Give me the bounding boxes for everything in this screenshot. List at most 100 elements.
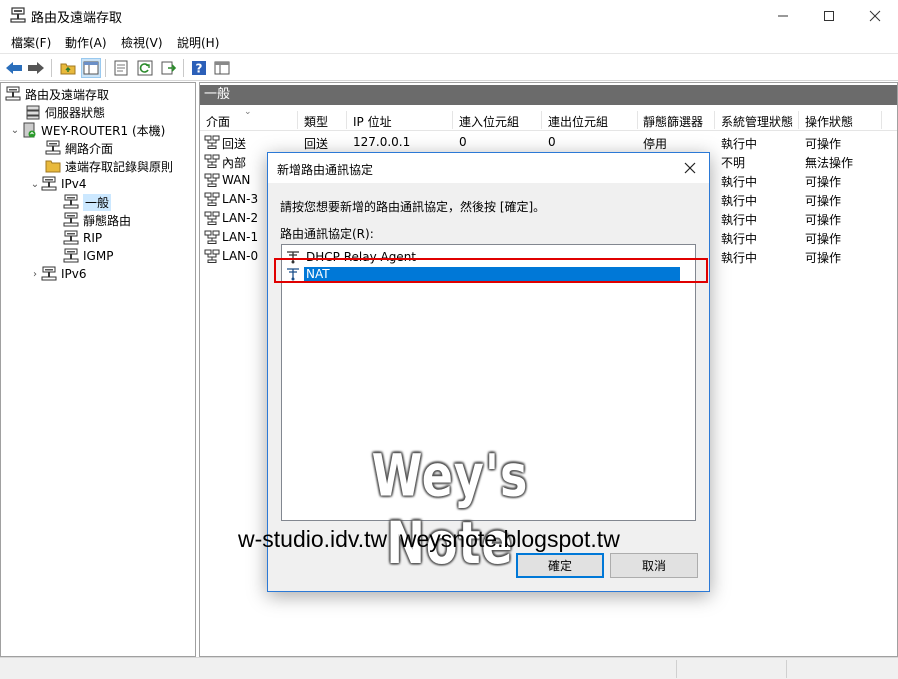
cell-oper: 可操作	[805, 194, 842, 208]
column-divider[interactable]	[714, 111, 715, 129]
dialog-title-bar: 新增路由通訊協定	[268, 153, 709, 183]
router-icon	[41, 176, 57, 191]
router-icon	[5, 86, 21, 101]
help-button[interactable]: ?	[189, 58, 209, 78]
cell-admin: 不明	[721, 156, 746, 170]
cell-interface-name: LAN-0	[222, 249, 259, 263]
server-list-icon	[26, 105, 40, 120]
column-divider[interactable]	[297, 111, 298, 129]
cell-oper: 可操作	[805, 213, 842, 227]
minimize-button[interactable]	[760, 0, 806, 31]
tree-item-rip[interactable]: RIP	[63, 229, 102, 247]
menu-help[interactable]: 說明(H)	[177, 34, 219, 51]
tree-label: 伺服器狀態	[45, 105, 106, 120]
column-bytes-in[interactable]: 連入位元組	[459, 113, 519, 130]
menu-action[interactable]: 動作(A)	[65, 34, 107, 51]
menu-file[interactable]: 檔案(F)	[11, 34, 51, 51]
cell-filter: 停用	[643, 137, 668, 151]
up-folder-icon	[60, 63, 76, 75]
tree-label: IGMP	[83, 249, 114, 263]
maximize-icon	[824, 10, 834, 21]
toolbar-separator	[51, 59, 52, 77]
tree-item-static-routes[interactable]: 靜態路由	[63, 211, 131, 229]
column-oper-status[interactable]: 操作狀態	[805, 113, 853, 130]
tree-item-remote-access-logs[interactable]: 遠端存取記錄與原則	[45, 157, 173, 175]
column-admin-status[interactable]: 系統管理狀態	[721, 113, 793, 130]
tree-label: RIP	[83, 231, 103, 245]
console-button[interactable]	[212, 58, 232, 78]
watermark-urls: w-studio.idv.tw weysnote.blogspot.tw	[238, 526, 620, 552]
console-tree: 路由及遠端存取 伺服器狀態 ⌄ WEY-ROUTER1 (本機) 網路介面 遠端…	[0, 82, 196, 657]
properties-button[interactable]	[111, 58, 131, 78]
tree-item-network-interfaces[interactable]: 網路介面	[45, 139, 113, 157]
menu-view[interactable]: 檢視(V)	[121, 34, 163, 51]
maximize-button[interactable]	[806, 0, 852, 31]
refresh-icon	[137, 60, 153, 76]
cell-admin: 執行中	[721, 251, 758, 265]
column-divider[interactable]	[452, 111, 453, 129]
console-icon	[214, 61, 230, 75]
column-divider[interactable]	[798, 111, 799, 129]
cell-oper: 可操作	[805, 251, 842, 265]
close-icon	[684, 162, 696, 174]
tree-item-ipv4[interactable]: ⌄ IPv4	[29, 175, 87, 193]
tree-item-server[interactable]: ⌄ WEY-ROUTER1 (本機)	[9, 121, 165, 139]
export-list-button[interactable]	[159, 58, 179, 78]
cell-admin: 執行中	[721, 232, 758, 246]
column-divider[interactable]	[346, 111, 347, 129]
router-icon	[63, 248, 79, 263]
forward-arrow-icon	[28, 62, 44, 74]
table-row[interactable]: 回送 回送 127.0.0.1 0 0 停用 執行中 可操作	[200, 133, 897, 152]
column-divider[interactable]	[541, 111, 542, 129]
dialog-instruction: 請按您想要新增的路由通訊協定，然後按 [確定]。	[280, 200, 546, 214]
properties-icon	[114, 60, 128, 76]
folder-icon	[45, 160, 61, 173]
tree-item-igmp[interactable]: IGMP	[63, 247, 113, 265]
column-type[interactable]: 類型	[304, 113, 328, 130]
tree-item-general[interactable]: 一般	[63, 193, 112, 211]
pane-header: 一般	[200, 85, 897, 105]
tree-label: 靜態路由	[83, 213, 132, 228]
tree-item-root[interactable]: 路由及遠端存取	[5, 85, 109, 103]
tree-label: IPv4	[61, 177, 87, 191]
cell-oper: 可操作	[805, 137, 842, 151]
up-one-level-button[interactable]	[58, 58, 78, 78]
network-interface-icon	[204, 173, 220, 187]
tree-item-server-status[interactable]: 伺服器狀態	[25, 103, 105, 121]
tree-item-ipv6[interactable]: › IPv6	[29, 265, 87, 283]
network-interface-icon	[204, 230, 220, 244]
chevron-right-icon[interactable]: ›	[29, 269, 41, 280]
cell-admin: 執行中	[721, 213, 758, 227]
status-cell	[786, 660, 898, 678]
close-button[interactable]	[852, 0, 898, 31]
cell-out: 0	[548, 135, 556, 149]
status-bar	[0, 657, 898, 679]
refresh-button[interactable]	[135, 58, 155, 78]
show-hide-tree-button[interactable]	[81, 58, 101, 78]
help-icon: ?	[192, 61, 206, 76]
show-tree-icon	[83, 61, 99, 75]
cell-oper: 可操作	[805, 175, 842, 189]
column-bytes-out[interactable]: 連出位元組	[548, 113, 608, 130]
routing-app-icon	[10, 7, 26, 23]
forward-button[interactable]	[26, 58, 46, 78]
back-button[interactable]	[4, 58, 24, 78]
cell-interface-name: LAN-3	[222, 192, 259, 206]
svg-text:?: ?	[196, 62, 203, 76]
highlight-annotation	[274, 258, 708, 283]
cell-interface-name: 內部	[222, 156, 247, 170]
dialog-close-button[interactable]	[680, 158, 700, 178]
column-static-filter[interactable]: 靜態篩選器	[643, 113, 703, 130]
column-divider[interactable]	[881, 111, 882, 129]
column-ip[interactable]: IP 位址	[353, 113, 392, 130]
chevron-down-icon[interactable]: ⌄	[29, 179, 41, 190]
chevron-down-icon[interactable]: ⌄	[9, 125, 21, 136]
status-cell	[676, 660, 786, 678]
cell-type: 回送	[304, 137, 329, 151]
column-interface[interactable]: 介面	[206, 113, 230, 130]
router-icon	[63, 212, 79, 227]
column-divider[interactable]	[637, 111, 638, 129]
tree-label: 一般	[83, 193, 112, 211]
tree-label: IPv6	[61, 267, 87, 281]
cancel-button[interactable]: 取消	[610, 553, 698, 578]
